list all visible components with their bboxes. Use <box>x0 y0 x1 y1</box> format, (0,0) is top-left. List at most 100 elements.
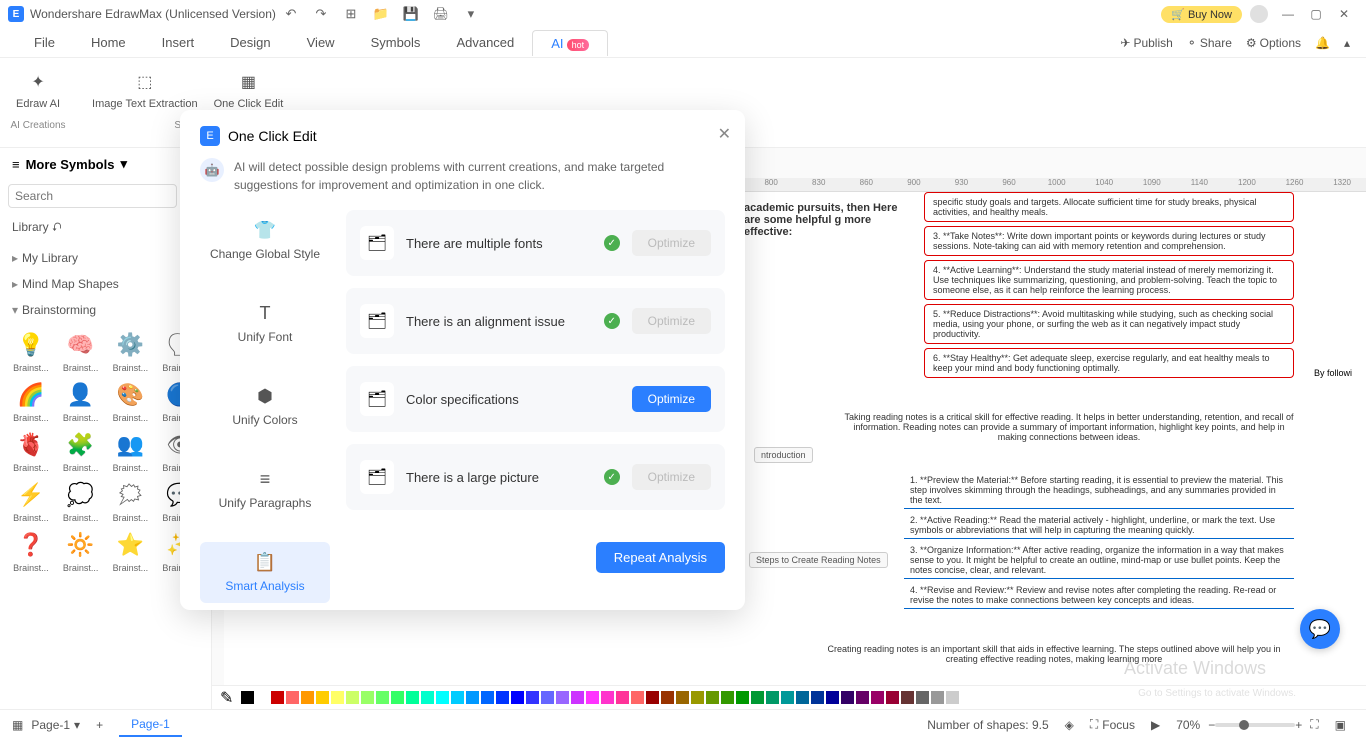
color-swatch[interactable] <box>886 691 899 704</box>
color-swatch[interactable] <box>421 691 434 704</box>
color-swatch[interactable] <box>736 691 749 704</box>
color-swatch[interactable] <box>391 691 404 704</box>
close-button[interactable]: ✕ <box>1330 4 1358 24</box>
color-swatch[interactable] <box>361 691 374 704</box>
color-swatch[interactable] <box>496 691 509 704</box>
shape-item[interactable]: 🧩Brainst... <box>58 427 104 473</box>
fit-page-icon[interactable]: ⛶ <box>1310 717 1318 732</box>
dialog-close-button[interactable]: ✕ <box>718 124 731 144</box>
tab-global-style[interactable]: 👕Change Global Style <box>200 210 330 271</box>
color-swatch[interactable] <box>571 691 584 704</box>
mindmap-node[interactable]: Taking reading notes is a critical skill… <box>844 412 1294 442</box>
color-swatch[interactable] <box>586 691 599 704</box>
menu-ai[interactable]: AIhot <box>532 30 608 56</box>
color-swatch[interactable] <box>811 691 824 704</box>
color-swatch[interactable] <box>541 691 554 704</box>
color-swatch[interactable] <box>721 691 734 704</box>
edraw-ai-button[interactable]: ✦ Edraw AI <box>8 66 68 114</box>
shape-item[interactable]: 🧠Brainst... <box>58 327 104 373</box>
color-swatch[interactable] <box>796 691 809 704</box>
mindmap-node[interactable]: 6. **Stay Healthy**: Get adequate sleep,… <box>924 348 1294 378</box>
color-swatch[interactable] <box>706 691 719 704</box>
color-swatch[interactable] <box>271 691 284 704</box>
color-swatch[interactable] <box>931 691 944 704</box>
color-swatch[interactable] <box>316 691 329 704</box>
color-swatch[interactable] <box>916 691 929 704</box>
color-swatch[interactable] <box>631 691 644 704</box>
color-swatch[interactable] <box>286 691 299 704</box>
search-input[interactable] <box>8 184 177 208</box>
optimize-button[interactable]: Optimize <box>632 464 711 490</box>
menu-symbols[interactable]: Symbols <box>353 30 439 55</box>
menu-design[interactable]: Design <box>212 30 288 55</box>
color-swatch[interactable] <box>556 691 569 704</box>
mindmap-node[interactable]: 4. **Revise and Review:** Review and rev… <box>904 582 1294 609</box>
add-page-button[interactable]: + <box>96 718 103 732</box>
save-icon[interactable]: 💾 <box>402 5 420 23</box>
shape-item[interactable]: 🫀Brainst... <box>8 427 54 473</box>
optimize-button[interactable]: Optimize <box>632 230 711 256</box>
color-swatch[interactable] <box>781 691 794 704</box>
share-button[interactable]: ⚬Share <box>1187 36 1232 50</box>
zoom-slider[interactable] <box>1215 723 1295 727</box>
color-swatch[interactable] <box>481 691 494 704</box>
shape-item[interactable]: 💭Brainst... <box>58 477 104 523</box>
mindmap-node[interactable]: 4. **Active Learning**: Understand the s… <box>924 260 1294 300</box>
color-swatch[interactable] <box>406 691 419 704</box>
color-swatch[interactable] <box>436 691 449 704</box>
repeat-analysis-button[interactable]: Repeat Analysis <box>596 542 725 573</box>
color-swatch[interactable] <box>751 691 764 704</box>
color-swatch[interactable] <box>331 691 344 704</box>
color-swatch[interactable] <box>856 691 869 704</box>
color-swatch[interactable] <box>901 691 914 704</box>
mindmap-node[interactable]: 3. **Organize Information:** After activ… <box>904 542 1294 579</box>
more-icon[interactable]: ▾ <box>462 5 480 23</box>
publish-button[interactable]: ✈Publish <box>1120 36 1172 50</box>
tab-unify-font[interactable]: TUnify Font <box>200 293 330 354</box>
mindmap-node[interactable]: specific study goals and targets. Alloca… <box>924 192 1294 222</box>
color-swatch[interactable] <box>346 691 359 704</box>
image-text-extraction-button[interactable]: ⬚ Image Text Extraction <box>84 66 206 114</box>
buy-now-button[interactable]: 🛒 Buy Now <box>1161 6 1242 23</box>
shape-item[interactable]: ⚙️Brainst... <box>108 327 154 373</box>
fullscreen-icon[interactable]: ▣ <box>1335 718 1346 732</box>
color-swatch[interactable] <box>646 691 659 704</box>
library-toggle[interactable]: Library ⮏ <box>12 218 62 239</box>
color-swatch[interactable] <box>841 691 854 704</box>
redo-icon[interactable]: ↷ <box>312 5 330 23</box>
color-swatch[interactable] <box>376 691 389 704</box>
color-swatch[interactable] <box>691 691 704 704</box>
mindmap-node[interactable]: 5. **Reduce Distractions**: Avoid multit… <box>924 304 1294 344</box>
one-click-edit-button[interactable]: ▦ One Click Edit <box>206 66 292 114</box>
color-swatch[interactable] <box>826 691 839 704</box>
optimize-button[interactable]: Optimize <box>632 386 711 412</box>
mindmap-node[interactable]: academic pursuits, then Here are some he… <box>744 202 904 238</box>
shape-item[interactable]: 🗯Brainst... <box>108 477 154 523</box>
menu-insert[interactable]: Insert <box>144 30 213 55</box>
shape-item[interactable]: ⚡Brainst... <box>8 477 54 523</box>
notification-icon[interactable]: 🔔 <box>1315 36 1330 50</box>
color-swatch[interactable] <box>526 691 539 704</box>
page-dropdown[interactable]: Page-1 ▾ <box>31 718 80 732</box>
play-icon[interactable]: ▶ <box>1151 718 1160 732</box>
minimize-button[interactable]: — <box>1274 4 1302 24</box>
mindmap-node[interactable]: 1. **Preview the Material:** Before star… <box>904 472 1294 509</box>
color-swatch[interactable] <box>301 691 314 704</box>
shape-item[interactable]: 🎨Brainst... <box>108 377 154 423</box>
menu-view[interactable]: View <box>289 30 353 55</box>
color-swatch[interactable] <box>511 691 524 704</box>
page-tab[interactable]: Page-1 <box>119 713 182 737</box>
shape-item[interactable]: 🔆Brainst... <box>58 527 104 573</box>
focus-button[interactable]: ⛶ Focus <box>1090 717 1135 732</box>
shape-item[interactable]: 👤Brainst... <box>58 377 104 423</box>
color-swatch[interactable] <box>871 691 884 704</box>
ai-chat-fab[interactable]: 💬 <box>1300 609 1340 649</box>
tab-unify-paragraphs[interactable]: ≡Unify Paragraphs <box>200 459 330 520</box>
menu-advanced[interactable]: Advanced <box>438 30 532 55</box>
tab-smart-analysis[interactable]: 📋Smart Analysis <box>200 542 330 603</box>
menu-file[interactable]: File <box>16 30 73 55</box>
color-swatch[interactable] <box>256 691 269 704</box>
color-swatch[interactable] <box>676 691 689 704</box>
page-layout-icon[interactable]: ▦ <box>12 718 23 732</box>
color-swatch[interactable] <box>601 691 614 704</box>
